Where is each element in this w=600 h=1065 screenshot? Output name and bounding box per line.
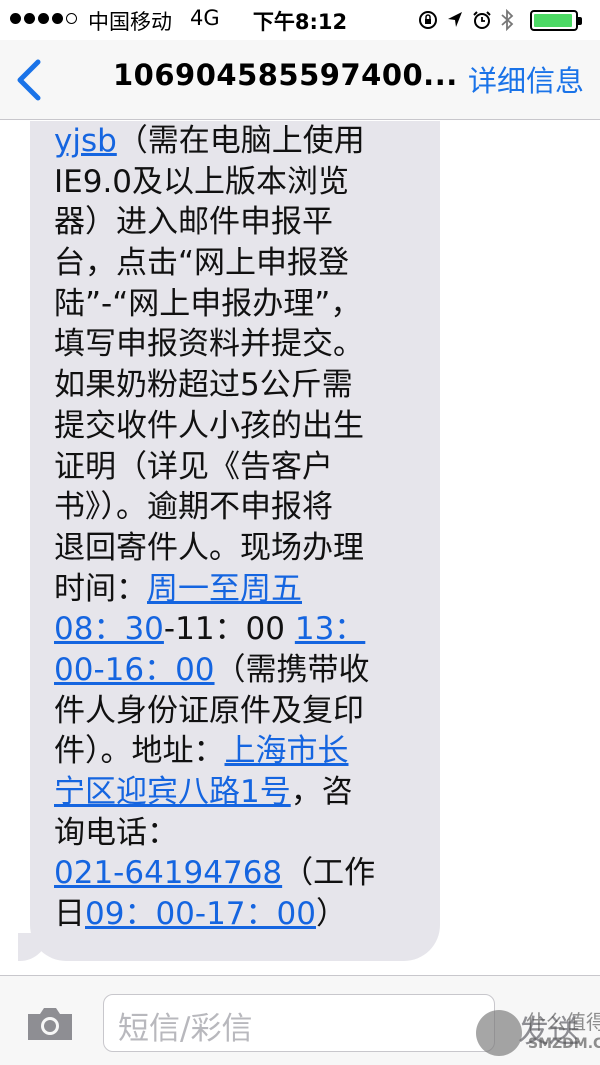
message-line: 台，点击“网上申报登 <box>54 243 426 284</box>
message-link[interactable]: 09：00-17：00 <box>85 896 316 932</box>
message-line: 器）进入邮件申报平 <box>54 202 426 243</box>
message-input[interactable]: 短信/彩信 <box>103 994 495 1052</box>
message-segment: 书》）。逾期不申报将 <box>54 489 333 526</box>
chevron-left-icon <box>17 59 41 101</box>
battery-icon <box>530 10 582 31</box>
status-icons <box>418 9 514 31</box>
status-bar: 中国移动 4G 下午8:12 <box>0 0 600 40</box>
message-link[interactable]: 08：30 <box>54 611 164 647</box>
message-segment: 填写申报资料并提交。 <box>54 326 364 363</box>
conversation-title: 106904585597400... <box>113 58 458 92</box>
message-thread[interactable]: yjsb（需在电脑上使用 IE9.0及以上版本浏览 器）进入邮件申报平 台，点击“网上… <box>0 121 600 975</box>
message-segment: -11：00 <box>163 611 295 648</box>
message-link[interactable]: 宁区迎宾八路1号 <box>54 774 291 810</box>
message-line: 填写申报资料并提交。 <box>54 324 426 365</box>
rotation-lock-icon <box>419 11 437 29</box>
message-link[interactable]: 上海市长 <box>225 733 349 769</box>
message-segment: 件人身份证原件及复印 <box>54 692 364 729</box>
location-icon <box>448 12 462 27</box>
message-link[interactable]: yjsb <box>54 123 117 159</box>
message-line: 时间：周一至周五 <box>54 569 426 610</box>
message-segment: 如果奶粉超过5公斤需 <box>54 367 353 404</box>
alarm-icon <box>473 11 491 29</box>
message-line: yjsb（需在电脑上使用 <box>54 121 426 162</box>
message-line: 陆”-“网上申报办理”， <box>54 284 426 325</box>
message-segment: IE9.0及以上版本浏览 <box>54 163 350 200</box>
message-segment: （需在电脑上使用 <box>116 123 365 159</box>
message-line: IE9.0及以上版本浏览 <box>54 162 426 203</box>
message-segment: （工作 <box>282 855 376 892</box>
message-segment: 件）。地址： <box>54 733 225 770</box>
message-line: 如果奶粉超过5公斤需 <box>54 365 426 406</box>
site-watermark: 什么值得买 SMZDM.COM <box>476 1002 600 1062</box>
camera-icon <box>28 1008 72 1040</box>
back-button[interactable] <box>12 58 48 102</box>
message-segment: 提交收件人小孩的出生 <box>54 407 364 444</box>
watermark-url: SMZDM.COM <box>528 1036 600 1052</box>
message-line: 日09：00-17：00） <box>54 894 426 935</box>
message-text: yjsb（需在电脑上使用 IE9.0及以上版本浏览 器）进入邮件申报平 台，点击“网上… <box>54 121 426 935</box>
message-segment: （需携带收 <box>214 651 370 688</box>
message-link[interactable]: 13： <box>295 611 365 647</box>
message-link[interactable]: 021-64194768 <box>54 855 282 891</box>
message-segment: 陆”-“网上申报办理”， <box>54 285 362 322</box>
message-segment: 器）进入邮件申报平 <box>54 204 333 241</box>
message-line: 书》）。逾期不申报将 <box>54 487 426 528</box>
message-segment: 证明（详见《告客户 <box>54 448 333 485</box>
nav-bar: 106904585597400... 详细信息 <box>0 40 600 120</box>
message-segment: 日 <box>54 896 85 933</box>
message-segment: 退回寄件人。现场办理 <box>54 529 364 566</box>
watermark-text: 什么值得买 <box>526 1010 600 1034</box>
details-button[interactable]: 详细信息 <box>468 58 584 100</box>
message-line: 件）。地址：上海市长 <box>54 731 426 772</box>
message-line: 件人身份证原件及复印 <box>54 691 426 732</box>
message-segment: ） <box>315 896 347 933</box>
message-line: 021-64194768（工作 <box>54 853 426 894</box>
message-line: 宁区迎宾八路1号，咨 <box>54 772 426 813</box>
message-segment: ，咨 <box>290 774 353 810</box>
message-bubble-tail <box>18 933 48 961</box>
watermark-logo-icon <box>476 1010 522 1056</box>
message-line: 00-16：00（需携带收 <box>54 650 426 691</box>
message-line: 08：30-11：00 13： <box>54 609 426 650</box>
camera-button[interactable] <box>24 1004 76 1044</box>
message-line: 询电话： <box>54 813 426 854</box>
message-link[interactable]: 周一至周五 <box>147 571 302 607</box>
bluetooth-icon <box>501 9 514 31</box>
message-segment: 时间： <box>54 570 147 607</box>
message-line: 退回寄件人。现场办理 <box>54 528 426 569</box>
message-line: 证明（详见《告客户 <box>54 447 426 488</box>
message-segment: 询电话： <box>54 814 178 851</box>
message-link[interactable]: 00-16：00 <box>54 652 215 688</box>
message-line: 提交收件人小孩的出生 <box>54 406 426 447</box>
message-segment: 台，点击“网上申报登 <box>54 245 350 282</box>
